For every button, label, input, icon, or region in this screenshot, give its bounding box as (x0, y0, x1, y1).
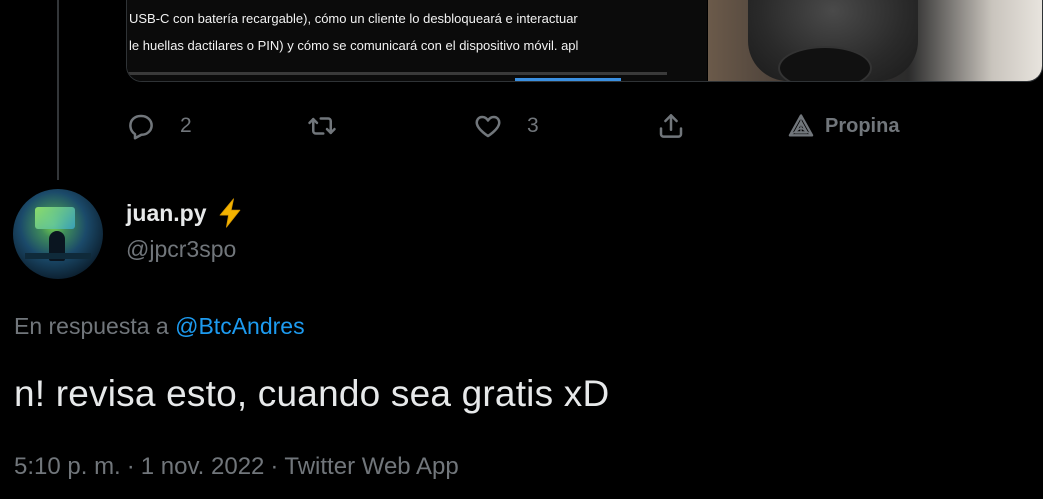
reply-target-link[interactable]: @BtcAndres (175, 313, 304, 339)
photo-microphone (778, 46, 872, 81)
retweet-button[interactable] (307, 108, 361, 144)
author-display-name[interactable]: juan.py (126, 196, 247, 230)
heart-outline-icon (475, 115, 501, 138)
author-handle[interactable]: @jpcr3spo (126, 236, 236, 263)
embedded-text-line-2: le huellas dactilares o PIN) y cómo se c… (129, 38, 579, 53)
share-upload-icon (659, 114, 683, 138)
embedded-scrollbar-thumb (515, 78, 621, 81)
tip-triangle-icon (788, 114, 814, 137)
reply-context: En respuesta a @BtcAndres (14, 313, 305, 340)
retweet-arrows-icon (308, 117, 336, 135)
tweet-source: Twitter Web App (284, 453, 459, 480)
thread-connector-line (57, 0, 59, 180)
embedded-screenshot-image: USB-C con batería recargable), cómo un c… (127, 0, 707, 81)
parent-tweet-action-bar: 2 3 Propina (126, 108, 926, 144)
tweet-time[interactable]: 5:10 p. m. (14, 453, 121, 480)
meta-separator-2: · (270, 453, 279, 480)
tip-label: Propina (825, 114, 900, 137)
reply-button[interactable]: 2 (126, 108, 192, 144)
reply-bubble-icon (129, 114, 153, 140)
avatar-desk (25, 253, 91, 259)
lightning-bolt-icon (219, 198, 240, 228)
tweet-thread-view: USB-C con batería recargable), cómo un c… (0, 0, 1043, 499)
tip-button[interactable]: Propina (787, 108, 899, 144)
avatar[interactable] (13, 189, 103, 279)
embedded-scrollbar-track (127, 72, 667, 75)
embedded-person-photo (708, 0, 1042, 81)
tweet-date[interactable]: 1 nov. 2022 (141, 453, 265, 480)
reply-count: 2 (180, 114, 192, 137)
author-name-text: juan.py (126, 199, 207, 226)
meta-separator-1: · (126, 453, 135, 480)
like-button[interactable]: 3 (473, 108, 539, 144)
tweet-text: n! revisa esto, cuando sea gratis xD (14, 373, 610, 414)
embedded-media-card[interactable]: USB-C con batería recargable), cómo un c… (126, 0, 1043, 82)
reply-prefix: En respuesta a (14, 313, 176, 339)
avatar-screen-glow (35, 207, 75, 229)
embedded-text-line-1: USB-C con batería recargable), cómo un c… (129, 11, 578, 26)
tweet-metadata: 5:10 p. m. · 1 nov. 2022 · Twitter Web App (14, 453, 459, 481)
like-count: 3 (527, 114, 539, 137)
share-button[interactable] (656, 108, 686, 144)
